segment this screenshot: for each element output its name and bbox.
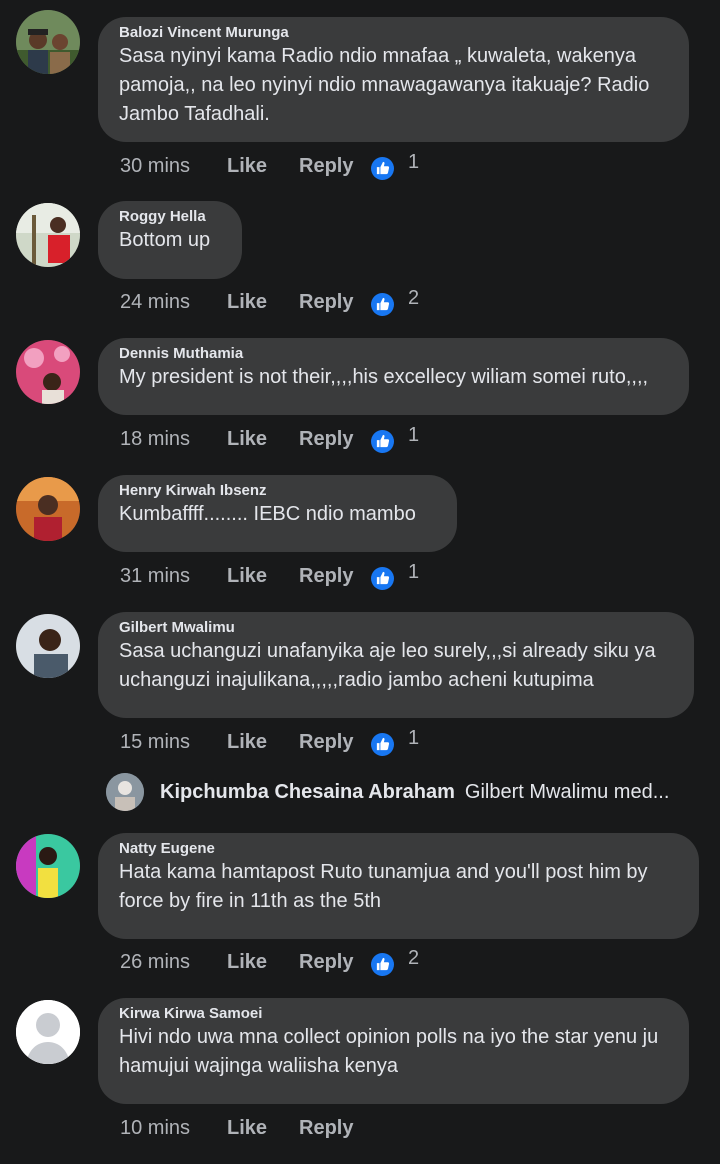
reply-button[interactable]: Reply xyxy=(299,565,371,588)
comment-time[interactable]: 24 mins xyxy=(120,291,227,314)
reaction-summary[interactable]: 2 xyxy=(371,287,419,316)
reaction-count: 2 xyxy=(408,286,420,309)
avatar[interactable] xyxy=(16,340,80,404)
comment-actions: 15 mins Like Reply 1 xyxy=(120,727,419,757)
comment-actions: 31 mins Like Reply 1 xyxy=(120,561,419,591)
comment-author[interactable]: Gilbert Mwalimu xyxy=(119,619,672,637)
like-button[interactable]: Like xyxy=(227,428,299,451)
reply-author[interactable]: Kipchumba Chesaina Abraham xyxy=(160,781,455,804)
comment-actions: 26 mins Like Reply 2 xyxy=(120,947,419,977)
thumbs-up-icon xyxy=(371,292,394,316)
reply-button[interactable]: Reply xyxy=(299,1117,371,1140)
comment-bubble: Gilbert Mwalimu Sasa uchanguzi unafanyik… xyxy=(98,612,694,718)
comment-time[interactable]: 26 mins xyxy=(120,951,227,974)
thumbs-up-icon xyxy=(371,952,394,976)
reaction-summary[interactable]: 1 xyxy=(371,424,419,453)
reaction-count: 1 xyxy=(408,423,420,446)
comment-time[interactable]: 10 mins xyxy=(120,1117,227,1140)
comment-time[interactable]: 18 mins xyxy=(120,428,227,451)
avatar[interactable] xyxy=(106,773,144,811)
comment-author[interactable]: Henry Kirwah Ibsenz xyxy=(119,482,435,500)
comment-text: Hivi ndo uwa mna collect opinion polls n… xyxy=(119,1026,659,1077)
comment-bubble: Dennis Muthamia My president is not thei… xyxy=(98,338,689,415)
like-button[interactable]: Like xyxy=(227,1117,299,1140)
comment-text: Sasa nyinyi kama Radio ndio mnafaa „ kuw… xyxy=(119,45,650,125)
comment-author[interactable]: Balozi Vincent Murunga xyxy=(119,24,667,42)
reply-button[interactable]: Reply xyxy=(299,155,371,178)
reaction-count: 1 xyxy=(408,726,420,749)
thumbs-up-icon xyxy=(371,156,394,180)
like-button[interactable]: Like xyxy=(227,565,299,588)
avatar[interactable] xyxy=(16,10,80,74)
like-button[interactable]: Like xyxy=(227,291,299,314)
comment-actions: 24 mins Like Reply 2 xyxy=(120,287,419,317)
comment-actions: 10 mins Like Reply xyxy=(120,1113,371,1143)
reaction-summary[interactable]: 1 xyxy=(371,561,419,590)
avatar[interactable] xyxy=(16,1000,80,1064)
comment-time[interactable]: 15 mins xyxy=(120,731,227,754)
thumbs-up-icon xyxy=(371,429,394,453)
comment-bubble: Natty Eugene Hata kama hamtapost Ruto tu… xyxy=(98,833,699,939)
comment-bubble: Kirwa Kirwa Samoei Hivi ndo uwa mna coll… xyxy=(98,998,689,1104)
reply-button[interactable]: Reply xyxy=(299,951,371,974)
reply-button[interactable]: Reply xyxy=(299,731,371,754)
avatar[interactable] xyxy=(16,834,80,898)
thumbs-up-icon xyxy=(371,566,394,590)
comment-text: My president is not their,,,,his excelle… xyxy=(119,366,649,388)
comment-bubble: Roggy Hella Bottom up xyxy=(98,201,242,279)
comment-bubble: Henry Kirwah Ibsenz Kumbaffff........ IE… xyxy=(98,475,457,552)
reaction-summary[interactable]: 1 xyxy=(371,727,419,756)
reaction-summary[interactable]: 1 xyxy=(371,151,419,180)
like-button[interactable]: Like xyxy=(227,731,299,754)
avatar[interactable] xyxy=(16,614,80,678)
thumbs-up-icon xyxy=(371,732,394,756)
reaction-count: 1 xyxy=(408,560,420,583)
reaction-summary[interactable]: 2 xyxy=(371,947,419,976)
comment-author[interactable]: Roggy Hella xyxy=(119,208,220,226)
reply-button[interactable]: Reply xyxy=(299,428,371,451)
reaction-count: 2 xyxy=(408,946,420,969)
comment-text: Kumbaffff........ IEBC ndio mambo xyxy=(119,503,416,525)
avatar[interactable] xyxy=(16,203,80,267)
comment-time[interactable]: 30 mins xyxy=(120,155,227,178)
comment-text: Sasa uchanguzi unafanyika aje leo surely… xyxy=(119,640,656,691)
like-button[interactable]: Like xyxy=(227,951,299,974)
comment-actions: 18 mins Like Reply 1 xyxy=(120,424,419,454)
reply-preview[interactable]: Kipchumba Chesaina Abraham Gilbert Mwali… xyxy=(106,772,669,812)
avatar[interactable] xyxy=(16,477,80,541)
reply-text: Gilbert Mwalimu med... xyxy=(464,780,670,803)
reaction-count: 1 xyxy=(408,150,420,173)
comment-author[interactable]: Natty Eugene xyxy=(119,840,677,858)
comment-author[interactable]: Kirwa Kirwa Samoei xyxy=(119,1005,667,1023)
comment-text: Hata kama hamtapost Ruto tunamjua and yo… xyxy=(119,861,648,912)
comment-author[interactable]: Dennis Muthamia xyxy=(119,345,667,363)
comment-text: Bottom up xyxy=(119,229,211,251)
comment-actions: 30 mins Like Reply 1 xyxy=(120,151,419,181)
default-avatar-icon xyxy=(16,1000,80,1064)
comment-time[interactable]: 31 mins xyxy=(120,565,227,588)
reply-button[interactable]: Reply xyxy=(299,291,371,314)
comment-bubble: Balozi Vincent Murunga Sasa nyinyi kama … xyxy=(98,17,689,142)
like-button[interactable]: Like xyxy=(227,155,299,178)
